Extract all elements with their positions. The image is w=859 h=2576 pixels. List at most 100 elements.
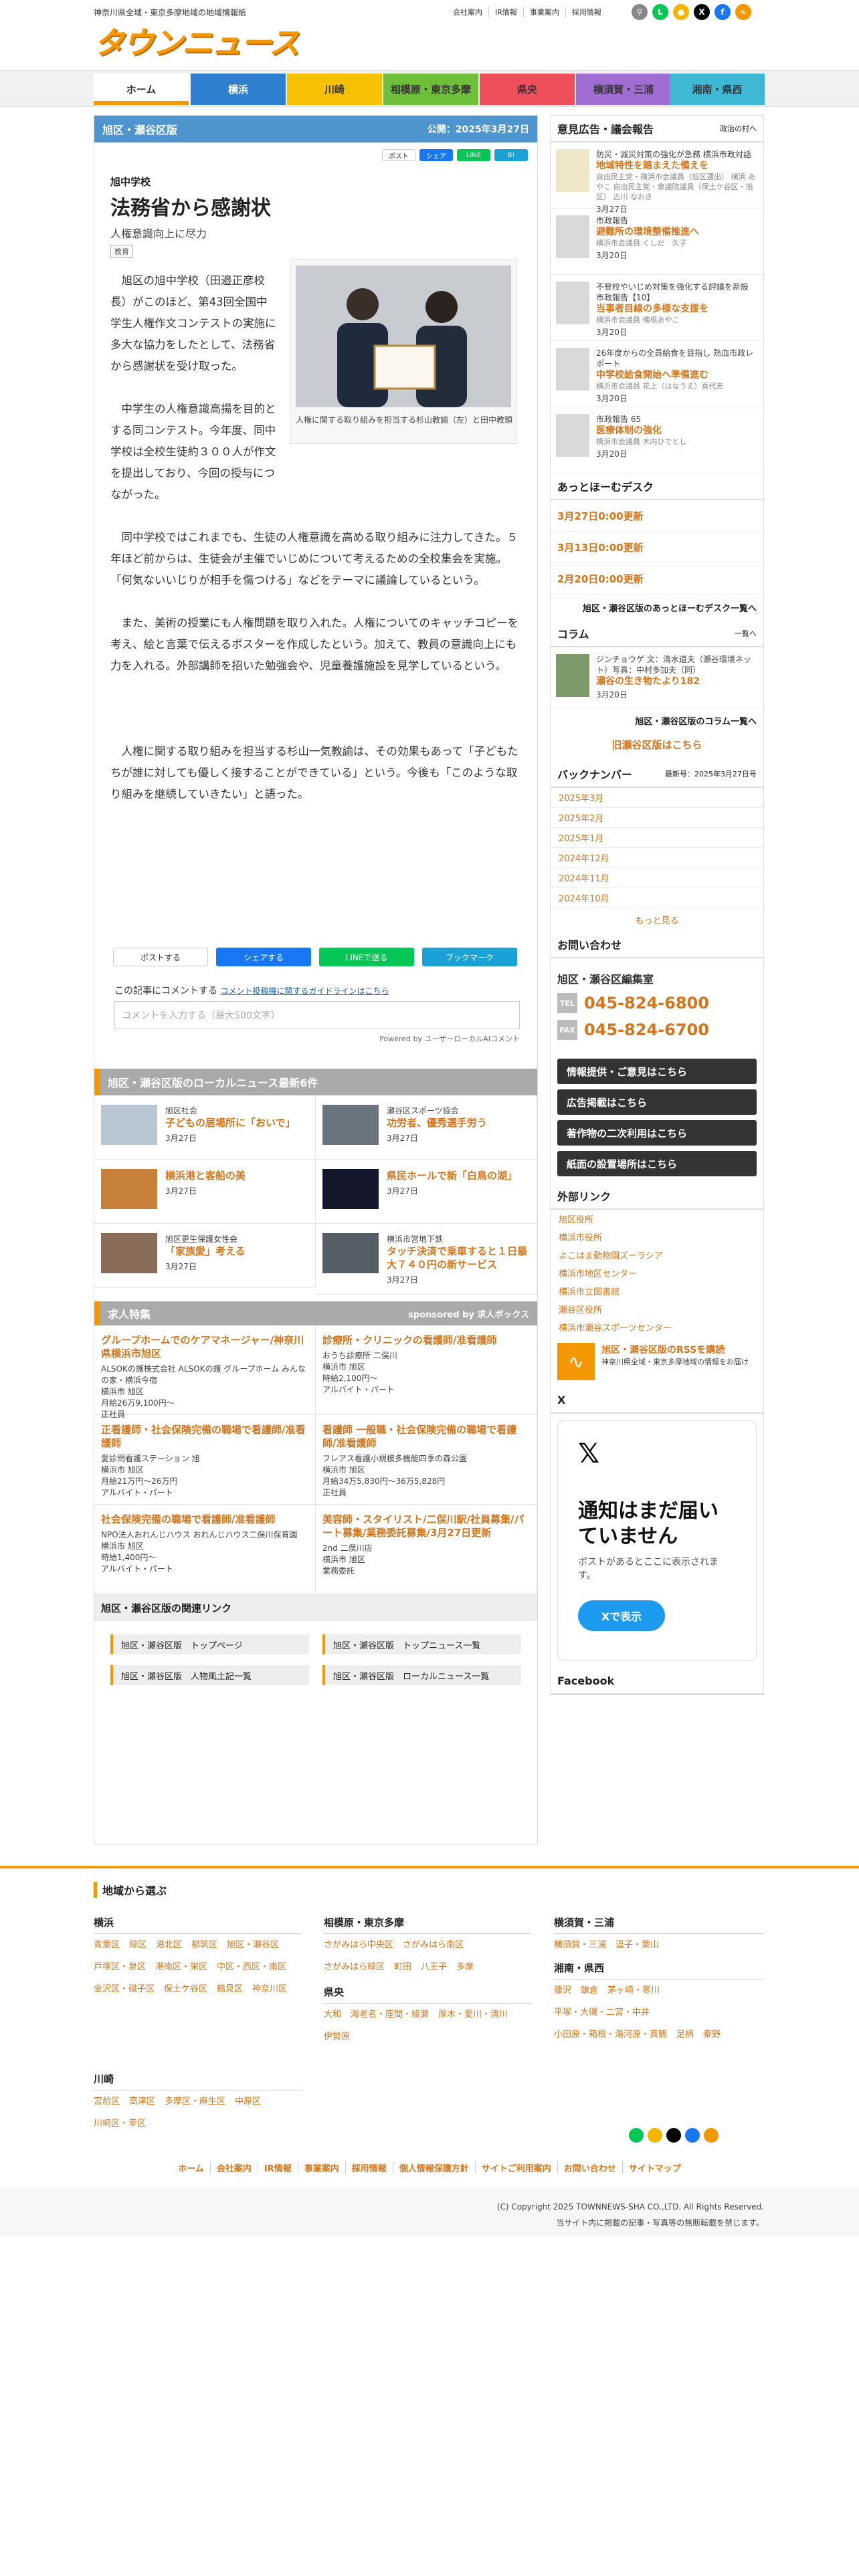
news-item[interactable]: 旭区更生保護女性会 「家族愛」考える 3月27日 bbox=[94, 1224, 316, 1288]
backnumber-item[interactable]: 2024年11月 bbox=[551, 868, 763, 888]
backnumber-item[interactable]: 2024年10月 bbox=[551, 888, 763, 908]
x-icon[interactable] bbox=[666, 2128, 681, 2143]
share-x-button[interactable]: ポストする bbox=[113, 948, 208, 966]
article-photo[interactable]: 人権に関する取り組みを担当する杉山教諭（左）と田中教頭 bbox=[290, 259, 517, 444]
desk-item[interactable]: 3月27日0:00更新 bbox=[551, 500, 763, 532]
x-view-button[interactable]: Xで表示 bbox=[578, 1600, 665, 1631]
footer-region-link[interactable]: 都筑区 bbox=[191, 1934, 217, 1956]
footer-region-link[interactable]: 鎌倉 bbox=[581, 1979, 598, 2002]
copyright-use-button[interactable]: 著作物の二次利用はこちら bbox=[557, 1120, 757, 1146]
footer-region-link[interactable]: さがみはら中央区 bbox=[324, 1934, 393, 1956]
footer-region-link[interactable]: 藤沢 bbox=[554, 1979, 571, 2002]
share-line-button[interactable]: LINEで送る bbox=[319, 948, 414, 966]
column-item[interactable]: ジンチョウゲ 文：清水道夫（瀬谷環境ネット）写真：中村多加夫（同） 瀬谷の生き物た… bbox=[551, 647, 763, 708]
external-link[interactable]: 旭区役所 bbox=[551, 1210, 763, 1228]
footer-region-link[interactable]: 宮前区 bbox=[94, 2090, 120, 2113]
tab-kenou[interactable]: 県央 bbox=[480, 74, 575, 105]
news-item[interactable]: 横浜港と客船の美 3月27日 bbox=[94, 1160, 316, 1224]
footer-region-link[interactable]: 鶴見区 bbox=[217, 1978, 243, 2000]
footer-link[interactable]: 個人情報保護方針 bbox=[392, 2161, 475, 2174]
footer-region-link[interactable]: 多摩 bbox=[456, 1956, 474, 1978]
footer-region-link[interactable]: 横須賀・三浦 bbox=[554, 1934, 606, 1956]
backnumber-item[interactable]: 2025年2月 bbox=[551, 808, 763, 828]
footer-region-link[interactable]: 戸塚区・泉区 bbox=[94, 1956, 146, 1978]
footer-region-link[interactable]: 中原区 bbox=[235, 2090, 261, 2113]
job-item[interactable]: 看護師 一般職・社会保険完備の職場で看護師/准看護師 フレアス看護小規模多機能四季… bbox=[316, 1415, 537, 1505]
footer-region-link[interactable]: 町田 bbox=[394, 1956, 411, 1978]
info-submit-button[interactable]: 情報提供・ご意見はこちら bbox=[557, 1059, 757, 1084]
comment-guide-link[interactable]: コメント投稿機に関するガイドラインはこちら bbox=[220, 986, 389, 996]
backnumber-item[interactable]: 2024年12月 bbox=[551, 848, 763, 868]
desk-more-link[interactable]: 旭区・瀬谷区版のあっとほーむデスク一覧へ bbox=[551, 595, 763, 621]
footer-link[interactable]: 採用情報 bbox=[345, 2161, 393, 2174]
share-hatena-button[interactable]: B! bbox=[494, 149, 528, 161]
footer-region-link[interactable]: 港北区 bbox=[156, 1934, 182, 1956]
line-icon[interactable] bbox=[629, 2128, 644, 2143]
backnumber-more[interactable]: もっと見る bbox=[551, 908, 763, 932]
comment-input[interactable]: コメントを入力する（最大500文字） bbox=[114, 1001, 520, 1029]
search-icon[interactable]: ⚲ bbox=[632, 4, 648, 20]
related-link[interactable]: 旭区・瀬谷区版 トップニュース一覧 bbox=[322, 1634, 521, 1654]
footer-region-link[interactable]: 海老名・座間・綾瀬 bbox=[351, 2004, 429, 2026]
external-link[interactable]: よこはま動物園ズーラシア bbox=[551, 1246, 763, 1264]
backnumber-item[interactable]: 2025年1月 bbox=[551, 828, 763, 848]
opinion-item[interactable]: 防災・減災対策の強化が急務 横浜市政対話 地域特性を踏まえた備えを 自由民主党・横浜… bbox=[551, 142, 763, 214]
footer-region-link[interactable]: 青葉区 bbox=[94, 1934, 120, 1956]
footer-region-link[interactable]: 港南区・栄区 bbox=[155, 1956, 207, 1978]
footer-region-link[interactable]: さがみはら南区 bbox=[403, 1934, 464, 1956]
top-link-business[interactable]: 事業案内 bbox=[522, 7, 565, 17]
footer-region-link[interactable]: 大和 bbox=[324, 2004, 341, 2026]
share-line-button[interactable]: LINE bbox=[457, 149, 490, 161]
line-icon[interactable]: L bbox=[652, 4, 668, 20]
external-link[interactable]: 横浜市立図書館 bbox=[551, 1282, 763, 1300]
opinion-more-link[interactable]: 政治の村へ bbox=[720, 123, 757, 134]
opinion-item[interactable]: 26年度からの全員給食を目指し 熱血市政レポート 中学校給食開始へ準備進む 横浜市会… bbox=[551, 341, 763, 407]
footer-region-link[interactable]: 旭区・瀬谷区 bbox=[227, 1934, 279, 1956]
old-edition-link[interactable]: 旧瀬谷区版はこちら bbox=[551, 734, 763, 761]
footer-link[interactable]: ホーム bbox=[172, 2161, 210, 2174]
footer-region-link[interactable]: 保土ケ谷区 bbox=[164, 1978, 207, 2000]
share-facebook-button[interactable]: シェア bbox=[419, 149, 453, 161]
opinion-item[interactable]: 市政報告 避難所の環境整備推進へ 横浜市会議員 くしだ 久子 3月20日 bbox=[551, 209, 763, 275]
news-item[interactable]: 瀬谷区スポーツ協会 功労者、優秀選手労う 3月27日 bbox=[316, 1095, 537, 1160]
tab-home[interactable]: ホーム bbox=[94, 74, 189, 105]
footer-region-link[interactable]: 伊勢原 bbox=[324, 2026, 350, 2048]
rss-box[interactable]: ∿ 旭区・瀬谷区版のRSSを購読 神奈川県全域・東京多摩地域の情報をお届け bbox=[551, 1336, 763, 1387]
desk-item[interactable]: 3月13日0:00更新 bbox=[551, 532, 763, 563]
job-item[interactable]: 美容師・スタイリスト/二俣川駅/社員募集/パート募集/業務委託募集/3月27日更… bbox=[316, 1505, 537, 1594]
footer-region-link[interactable]: 厚木・愛川・清川 bbox=[438, 2004, 508, 2026]
tab-kawasaki[interactable]: 川崎 bbox=[287, 74, 382, 105]
column-list-link[interactable]: 一覧へ bbox=[735, 628, 757, 639]
backnumber-latest[interactable]: 最新号：2025年3月27日号 bbox=[665, 768, 757, 779]
external-link[interactable]: 横浜市役所 bbox=[551, 1228, 763, 1246]
distribution-button[interactable]: 紙面の設置場所はこちら bbox=[557, 1151, 757, 1176]
site-logo[interactable]: タウンニュース bbox=[94, 19, 300, 63]
external-link[interactable]: 瀬谷区役所 bbox=[551, 1300, 763, 1318]
footer-region-link[interactable]: 高津区 bbox=[129, 2090, 155, 2113]
news-item[interactable]: 県民ホールで新「白鳥の湖」 3月27日 bbox=[316, 1160, 537, 1224]
footer-region-link[interactable]: 中区・西区・南区 bbox=[217, 1956, 286, 1978]
footer-region-link[interactable]: 秦野 bbox=[703, 2024, 721, 2046]
related-link[interactable]: 旭区・瀬谷区版 人物風土記一覧 bbox=[110, 1665, 309, 1685]
footer-region-link[interactable]: 金沢区・磯子区 bbox=[94, 1978, 155, 2000]
column-more-link[interactable]: 旭区・瀬谷区版のコラム一覧へ bbox=[551, 708, 763, 734]
x-icon[interactable]: X bbox=[694, 4, 710, 20]
opinion-item[interactable]: 不登校やいじめ対策を強化する評議を新設 市政報告【10】 当事者目線の多様な支援を… bbox=[551, 275, 763, 341]
footer-link[interactable]: 事業案内 bbox=[297, 2161, 345, 2174]
footer-link[interactable]: IR情報 bbox=[257, 2161, 298, 2174]
facebook-icon[interactable]: f bbox=[714, 4, 731, 20]
footer-link[interactable]: サイトマップ bbox=[622, 2161, 687, 2174]
footer-link[interactable]: サイトご利用案内 bbox=[474, 2161, 557, 2174]
facebook-icon[interactable] bbox=[685, 2128, 700, 2143]
desk-item[interactable]: 2月20日0:00更新 bbox=[551, 563, 763, 595]
footer-region-link[interactable]: 平塚・大磯・二宮・中井 bbox=[554, 2002, 650, 2024]
chat-icon[interactable] bbox=[648, 2128, 662, 2143]
footer-region-link[interactable]: 逗子・葉山 bbox=[615, 1934, 659, 1956]
news-item[interactable]: 旭区社会 子どもの居場所に「おいで」 3月27日 bbox=[94, 1095, 316, 1160]
tel-number[interactable]: 045-824-6800 bbox=[584, 994, 709, 1012]
share-hatena-button[interactable]: ブックマーク bbox=[422, 948, 517, 966]
related-link[interactable]: 旭区・瀬谷区版 トップページ bbox=[110, 1634, 309, 1654]
footer-region-link[interactable]: さがみはら緑区 bbox=[324, 1956, 385, 1978]
backnumber-item[interactable]: 2025年3月 bbox=[551, 788, 763, 808]
footer-region-link[interactable]: 川崎区・幸区 bbox=[94, 2113, 146, 2135]
